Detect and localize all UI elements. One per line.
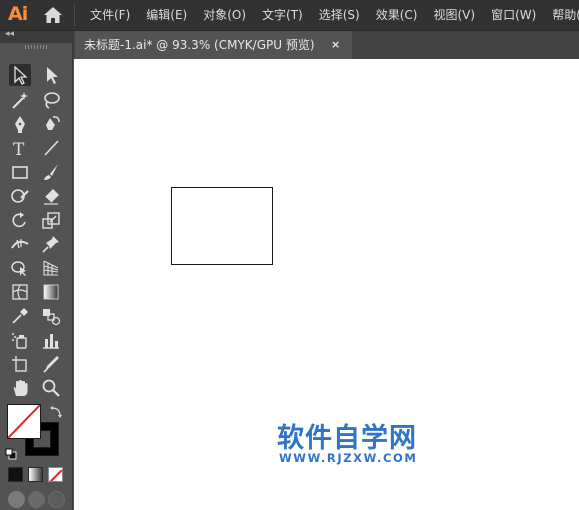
- tools-panel-header: ◂◂: [0, 29, 72, 43]
- mesh-tool-icon[interactable]: [9, 281, 31, 303]
- menu-edit[interactable]: 编辑(E): [138, 0, 195, 30]
- width-tool-icon[interactable]: [9, 233, 31, 255]
- panel-grip[interactable]: [25, 45, 47, 49]
- document-tab-bar: 未标题-1.ai* @ 93.3% (CMYK/GPU 预览) ×: [73, 31, 579, 59]
- menu-file[interactable]: 文件(F): [82, 0, 138, 30]
- puppet-warp-tool-icon[interactable]: [40, 233, 62, 255]
- none-slash-icon: [8, 405, 40, 438]
- menu-view[interactable]: 视图(V): [425, 0, 483, 30]
- column-graph-tool-icon[interactable]: [40, 329, 62, 351]
- eyedropper-tool-icon[interactable]: [9, 305, 31, 327]
- symbol-sprayer-tool-icon[interactable]: [9, 329, 31, 351]
- menu-select[interactable]: 选择(S): [311, 0, 368, 30]
- svg-text:T: T: [13, 140, 25, 158]
- curvature-tool-icon[interactable]: [40, 113, 62, 135]
- type-tool-icon[interactable]: T: [9, 137, 31, 159]
- gradient-mode-button[interactable]: [28, 467, 43, 482]
- menu-window[interactable]: 窗口(W): [483, 0, 544, 30]
- menu-items: 文件(F) 编辑(E) 对象(O) 文字(T) 选择(S) 效果(C) 视图(V…: [82, 0, 579, 30]
- slice-tool-icon[interactable]: [40, 353, 62, 375]
- artboard-canvas[interactable]: 软件自学网 WWW.RJZXW.COM: [74, 59, 579, 510]
- tools-panel: ◂◂ T: [0, 29, 73, 510]
- line-segment-tool-icon[interactable]: [40, 137, 62, 159]
- menu-effect[interactable]: 效果(C): [368, 0, 426, 30]
- home-icon[interactable]: [43, 6, 63, 24]
- perspective-grid-tool-icon[interactable]: [40, 257, 62, 279]
- draw-inside-icon[interactable]: [48, 491, 65, 508]
- none-icon: [49, 469, 62, 481]
- direct-selection-tool-icon[interactable]: [40, 64, 62, 86]
- app-logo: Ai: [8, 3, 28, 25]
- menu-help[interactable]: 帮助(H): [544, 0, 579, 30]
- rectangle-shape[interactable]: [171, 187, 273, 265]
- blend-tool-icon[interactable]: [40, 305, 62, 327]
- watermark-url: WWW.RJZXW.COM: [279, 451, 418, 465]
- draw-normal-icon[interactable]: [8, 491, 25, 508]
- none-mode-button[interactable]: [48, 467, 63, 482]
- pen-tool-icon[interactable]: [9, 113, 31, 135]
- rectangle-tool-icon[interactable]: [9, 161, 31, 183]
- color-mode-button[interactable]: [8, 467, 23, 482]
- shaper-tool-icon[interactable]: [9, 185, 31, 207]
- eraser-tool-icon[interactable]: [40, 185, 62, 207]
- fill-color-swatch[interactable]: [7, 404, 41, 439]
- lasso-tool-icon[interactable]: [40, 89, 62, 111]
- menu-divider: [74, 4, 75, 26]
- default-fill-stroke-icon[interactable]: [5, 445, 17, 460]
- hand-tool-icon[interactable]: [9, 377, 31, 399]
- document-tab-label: 未标题-1.ai* @ 93.3% (CMYK/GPU 预览): [84, 38, 315, 52]
- shape-builder-tool-icon[interactable]: [9, 257, 31, 279]
- watermark-title: 软件自学网: [277, 423, 417, 454]
- paintbrush-tool-icon[interactable]: [40, 161, 62, 183]
- gradient-tool-icon[interactable]: [40, 281, 62, 303]
- scale-tool-icon[interactable]: [40, 209, 62, 231]
- draw-behind-icon[interactable]: [28, 491, 45, 508]
- menu-type[interactable]: 文字(T): [254, 0, 311, 30]
- collapse-panel-icon[interactable]: ◂◂: [5, 29, 14, 39]
- document-tab[interactable]: 未标题-1.ai* @ 93.3% (CMYK/GPU 预览) ×: [75, 31, 352, 59]
- menu-object[interactable]: 对象(O): [195, 0, 254, 30]
- menu-bar: Ai 文件(F) 编辑(E) 对象(O) 文字(T) 选择(S) 效果(C) 视…: [0, 0, 579, 31]
- zoom-tool-icon[interactable]: [40, 377, 62, 399]
- close-tab-icon[interactable]: ×: [331, 31, 340, 59]
- rotate-tool-icon[interactable]: [9, 209, 31, 231]
- artboard-tool-icon[interactable]: [9, 353, 31, 375]
- swap-fill-stroke-icon[interactable]: [49, 404, 63, 418]
- magic-wand-tool-icon[interactable]: [9, 89, 31, 111]
- selection-tool-icon[interactable]: [9, 64, 31, 86]
